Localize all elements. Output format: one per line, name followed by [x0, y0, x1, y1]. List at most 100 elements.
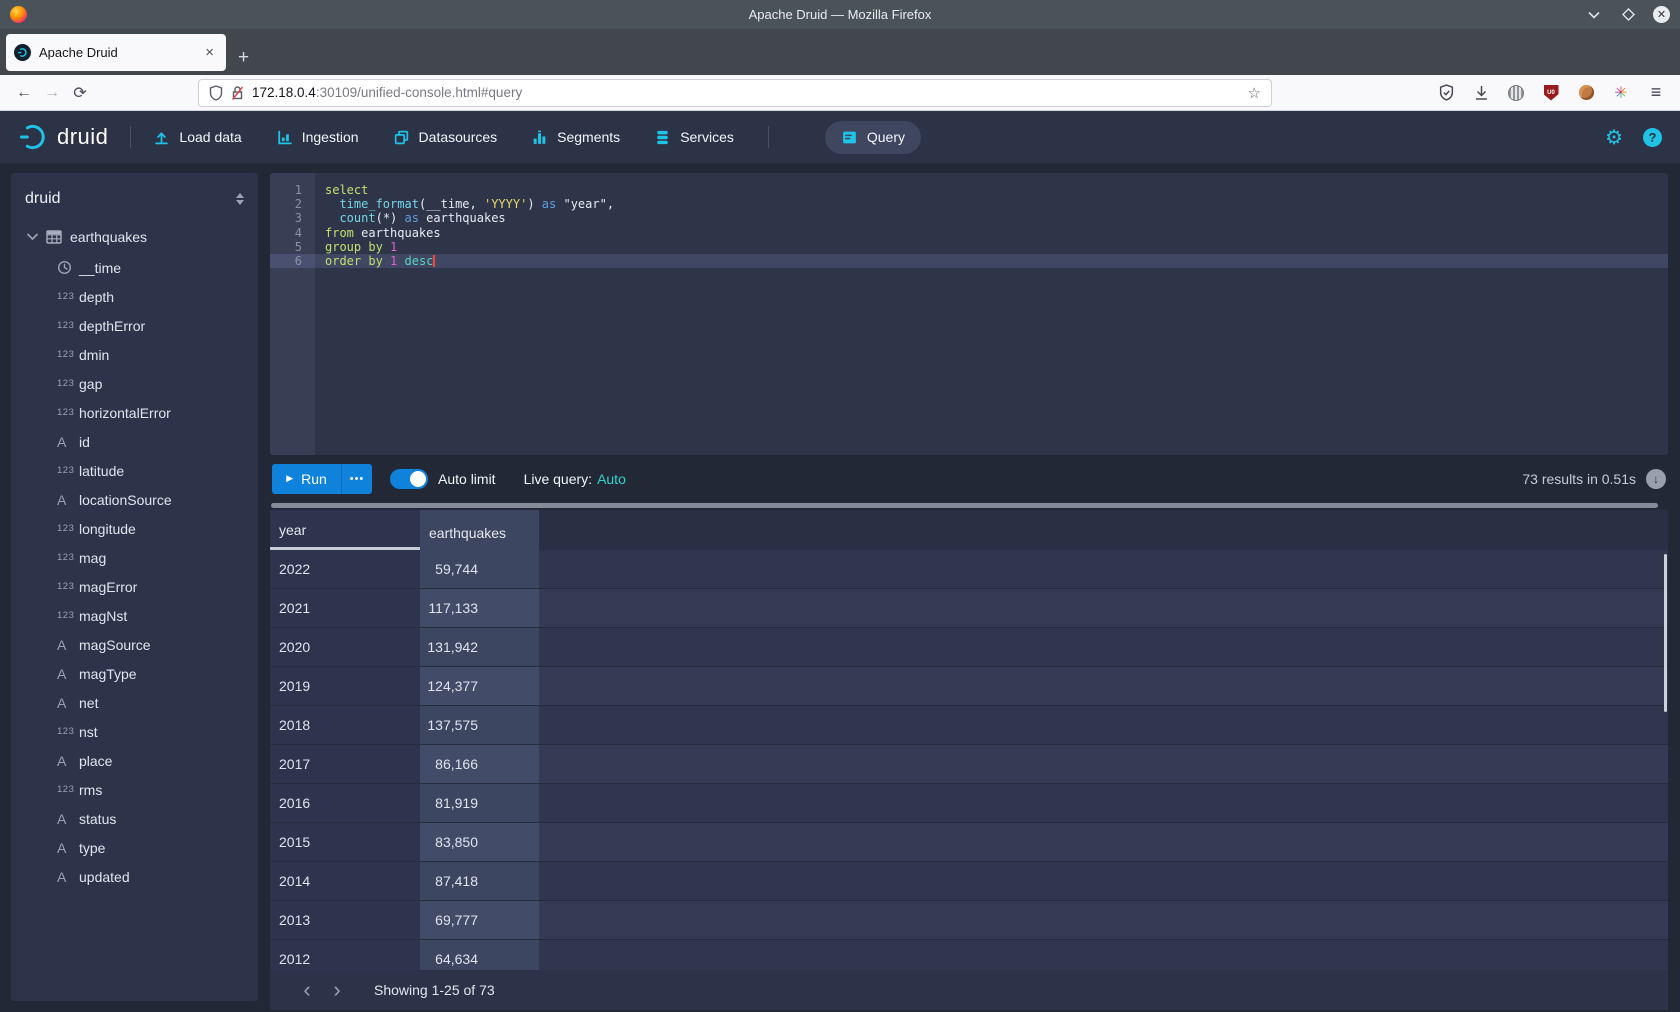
cell-earthquakes[interactable]: 86,166	[420, 745, 539, 783]
column-item[interactable]: AlocationSource	[11, 485, 258, 514]
run-more-button[interactable]: •••	[342, 464, 372, 494]
prev-page-button[interactable]: ‹	[292, 980, 322, 1000]
cell-year[interactable]: 2015	[270, 823, 420, 861]
minimize-button[interactable]	[1585, 6, 1603, 24]
column-item[interactable]: __time	[11, 253, 258, 282]
column-item[interactable]: 123horizontalError	[11, 398, 258, 427]
cookie-icon[interactable]	[1576, 83, 1596, 103]
header-year[interactable]: year	[270, 510, 420, 550]
nav-segments[interactable]: Segments	[531, 129, 620, 146]
column-item[interactable]: AmagSource	[11, 630, 258, 659]
column-item[interactable]: Astatus	[11, 804, 258, 833]
column-item[interactable]: 123mag	[11, 543, 258, 572]
cell-year[interactable]: 2013	[270, 901, 420, 939]
code-line[interactable]: group by 1	[315, 240, 1668, 254]
menu-icon[interactable]: ≡	[1646, 83, 1666, 103]
column-item[interactable]: 123latitude	[11, 456, 258, 485]
sort-icon[interactable]	[236, 193, 244, 205]
datasource-item-earthquakes[interactable]: earthquakes	[11, 221, 258, 253]
column-item[interactable]: Aupdated	[11, 862, 258, 891]
help-icon[interactable]: ?	[1643, 128, 1662, 147]
cell-earthquakes[interactable]: 83,850	[420, 823, 539, 861]
next-page-button[interactable]: ›	[322, 980, 352, 1000]
column-item[interactable]: 123rms	[11, 775, 258, 804]
table-row[interactable]: 201786,166	[270, 745, 1668, 784]
sql-editor[interactable]: 123456 select time_format(__time, 'YYYY'…	[270, 173, 1668, 455]
table-row[interactable]: 2018137,575	[270, 706, 1668, 745]
cell-year[interactable]: 2017	[270, 745, 420, 783]
downloads-icon[interactable]	[1471, 83, 1491, 103]
snowflake-extension-icon[interactable]: ✳	[1611, 83, 1631, 103]
cell-earthquakes[interactable]: 87,418	[420, 862, 539, 900]
auto-limit-toggle[interactable]	[390, 469, 428, 489]
maximize-button[interactable]	[1619, 6, 1637, 24]
nav-load-data[interactable]: Load data	[153, 129, 241, 146]
ublock-icon[interactable]: U0	[1541, 83, 1561, 103]
column-item[interactable]: 123longitude	[11, 514, 258, 543]
cell-earthquakes[interactable]: 131,942	[420, 628, 539, 666]
browser-tab[interactable]: Apache Druid ×	[6, 34, 226, 71]
nav-services[interactable]: Services	[654, 129, 734, 146]
column-item[interactable]: Atype	[11, 833, 258, 862]
cell-earthquakes[interactable]: 117,133	[420, 589, 539, 627]
druid-logo[interactable]: druid	[18, 122, 108, 152]
header-earthquakes[interactable]: earthquakes	[420, 510, 539, 550]
cell-year[interactable]: 2014	[270, 862, 420, 900]
cell-year[interactable]: 2022	[270, 550, 420, 588]
nav-query-active[interactable]: Query	[825, 121, 921, 154]
cell-earthquakes[interactable]: 124,377	[420, 667, 539, 705]
column-item[interactable]: Aplace	[11, 746, 258, 775]
back-button[interactable]: ←	[10, 80, 38, 106]
live-query[interactable]: Live query:Auto	[524, 471, 626, 487]
nav-ingestion[interactable]: Ingestion	[276, 129, 359, 146]
code-line[interactable]: select	[315, 183, 1668, 197]
editor-code[interactable]: select time_format(__time, 'YYYY') as "y…	[315, 173, 1668, 455]
url-bar[interactable]: 172.18.0.4:30109/unified-console.html#qu…	[198, 79, 1272, 107]
code-line[interactable]: count(*) as earthquakes	[315, 211, 1668, 225]
live-query-value[interactable]: Auto	[597, 471, 626, 487]
table-row[interactable]: 201487,418	[270, 862, 1668, 901]
bookmark-star-icon[interactable]: ☆	[1248, 84, 1261, 102]
horizontal-scrollbar[interactable]	[270, 502, 1668, 510]
cell-earthquakes[interactable]: 69,777	[420, 901, 539, 939]
column-item[interactable]: Aid	[11, 427, 258, 456]
table-row[interactable]: 2020131,942	[270, 628, 1668, 667]
column-item[interactable]: 123nst	[11, 717, 258, 746]
forward-button[interactable]: →	[38, 80, 66, 106]
nav-datasources[interactable]: Datasources	[393, 129, 498, 146]
new-tab-button[interactable]: +	[226, 47, 261, 75]
cell-year[interactable]: 2019	[270, 667, 420, 705]
cell-earthquakes[interactable]: 137,575	[420, 706, 539, 744]
table-row[interactable]: 201583,850	[270, 823, 1668, 862]
table-row[interactable]: 201369,777	[270, 901, 1668, 940]
column-item[interactable]: 123gap	[11, 369, 258, 398]
column-item[interactable]: AmagType	[11, 659, 258, 688]
table-row[interactable]: 2021117,133	[270, 589, 1668, 628]
table-row[interactable]: 202259,744	[270, 550, 1668, 589]
insecure-lock-icon[interactable]	[231, 85, 244, 101]
run-button[interactable]: ▶ Run	[272, 464, 342, 494]
code-line[interactable]: from earthquakes	[315, 226, 1668, 240]
cell-year[interactable]: 2018	[270, 706, 420, 744]
code-line[interactable]: time_format(__time, 'YYYY') as "year",	[315, 197, 1668, 211]
column-item[interactable]: 123magNst	[11, 601, 258, 630]
column-item[interactable]: 123magError	[11, 572, 258, 601]
table-row[interactable]: 201681,919	[270, 784, 1668, 823]
column-item[interactable]: 123dmin	[11, 340, 258, 369]
cell-earthquakes[interactable]: 59,744	[420, 550, 539, 588]
cell-earthquakes[interactable]: 81,919	[420, 784, 539, 822]
table-row[interactable]: 2019124,377	[270, 667, 1668, 706]
cell-year[interactable]: 2021	[270, 589, 420, 627]
shield-check-icon[interactable]	[1436, 83, 1456, 103]
settings-gear-icon[interactable]: ⚙	[1605, 125, 1623, 150]
column-item[interactable]: 123depthError	[11, 311, 258, 340]
close-button[interactable]: ✕	[1653, 6, 1670, 23]
chevron-down-icon[interactable]	[27, 233, 38, 241]
extension-stripes-icon[interactable]	[1506, 83, 1526, 103]
vertical-scrollbar[interactable]	[1664, 554, 1667, 712]
code-line[interactable]: order by 1 desc	[315, 254, 1668, 268]
column-item[interactable]: 123depth	[11, 282, 258, 311]
column-item[interactable]: Anet	[11, 688, 258, 717]
download-results-icon[interactable]: ↓	[1646, 469, 1666, 489]
tracking-shield-icon[interactable]	[209, 85, 223, 101]
